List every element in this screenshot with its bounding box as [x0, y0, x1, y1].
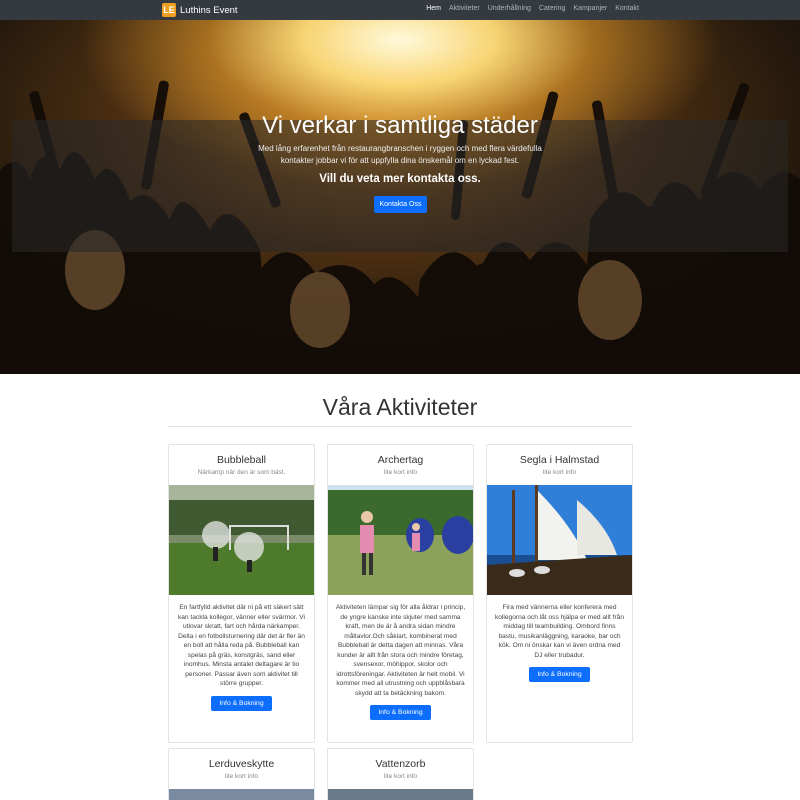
nav-item-kontakt[interactable]: Kontakt: [615, 5, 639, 12]
card-text: Aktiviteten lämpar sig för alla åldrar i…: [335, 604, 466, 697]
card-title: Bubbleball: [216, 454, 267, 466]
top-navbar: LE Luthins Event Hem Aktiviteter Underhå…: [0, 0, 800, 20]
activity-card-vattenzorb: Vattenzorb lite kort info: [327, 748, 474, 800]
sailing-image: [487, 485, 632, 595]
vattenzorb-image: [328, 789, 473, 800]
brand-name: Luthins Event: [180, 4, 238, 16]
hero-subtitle: Vill du veta mer kontakta oss.: [319, 173, 481, 185]
activity-card-archertag: Archertag lite kort info Aktiviteten läm…: [327, 444, 474, 743]
brand[interactable]: LE Luthins Event: [162, 2, 238, 18]
card-subtitle: lite kort info: [542, 469, 577, 476]
lerduveskytte-image: [169, 789, 314, 800]
nav-item-aktiviteter[interactable]: Aktiviteter: [449, 5, 480, 12]
activity-card-segla-i-halmstad: Segla i Halmstad lite kort info Fira med…: [486, 444, 633, 743]
archertag-image: [328, 485, 473, 595]
bubbleball-image: [169, 485, 314, 595]
card-title: Archertag: [377, 454, 424, 466]
card-subtitle: lite kort info: [224, 773, 259, 780]
hero-text: Med lång erfarenhet från restaurangbrans…: [258, 144, 542, 165]
hero-title: Vi verkar i samtliga städer: [262, 112, 538, 139]
nav-item-underhallning[interactable]: Underhållning: [488, 5, 531, 12]
card-text: Fira med vännerna eller konferera med ko…: [494, 604, 625, 659]
card-title: Lerduveskytte: [208, 758, 275, 770]
card-title: Vattenzorb: [375, 758, 426, 770]
nav-links: Hem Aktiviteter Underhållning Catering K…: [426, 5, 639, 12]
card-title: Segla i Halmstad: [519, 454, 600, 466]
card-subtitle: Närkamp när den är som bäst.: [197, 469, 286, 476]
info-booking-button[interactable]: Info & Bokning: [370, 705, 431, 720]
nav-item-catering[interactable]: Catering: [539, 5, 565, 12]
card-subtitle: lite kort info: [383, 469, 418, 476]
nav-item-hem[interactable]: Hem: [426, 5, 441, 12]
le-logo-icon: LE: [162, 3, 176, 17]
activity-card-lerduveskytte: Lerduveskytte lite kort info: [168, 748, 315, 800]
info-booking-button[interactable]: Info & Bokning: [529, 667, 590, 682]
nav-item-kampanjer[interactable]: Kampanjer: [573, 5, 607, 12]
divider: [168, 426, 632, 427]
contact-button[interactable]: Kontakta Oss: [374, 196, 427, 213]
card-text: En fartfylld aktivitet där ni på ett säk…: [177, 604, 306, 687]
section-title: Våra Aktiviteter: [322, 394, 478, 420]
card-subtitle: lite kort info: [383, 773, 418, 780]
activity-card-bubbleball: Bubbleball Närkamp när den är som bäst. …: [168, 444, 315, 743]
info-booking-button[interactable]: Info & Bokning: [211, 695, 272, 711]
